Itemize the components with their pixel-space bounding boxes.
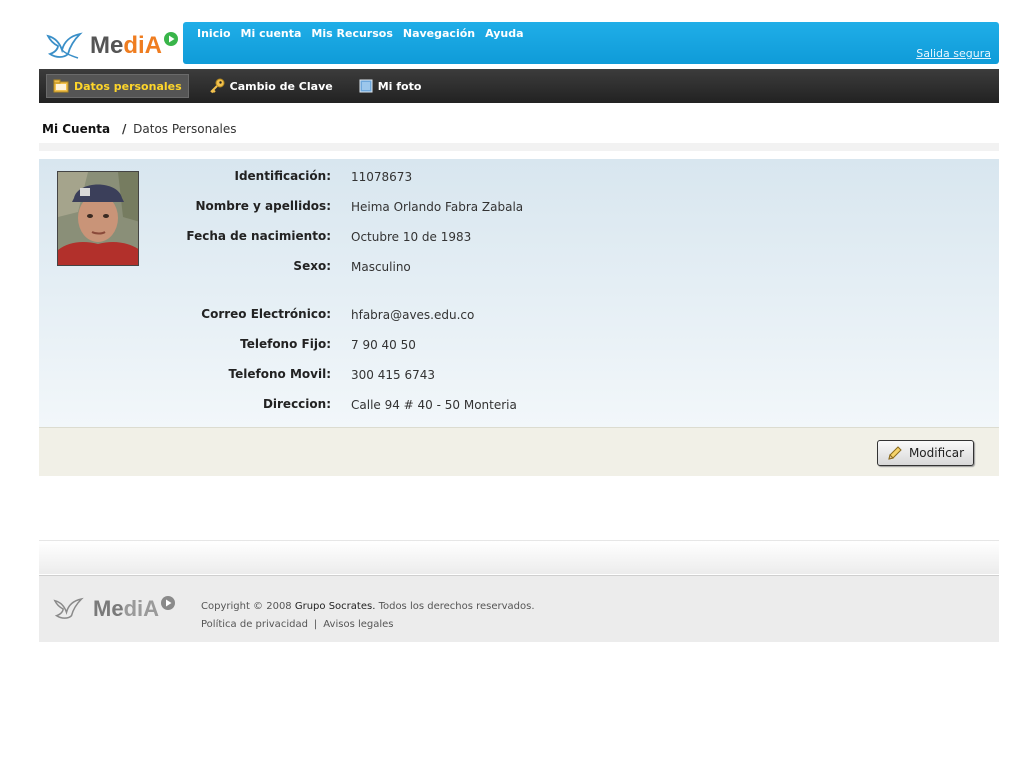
footer-links: Política de privacidad | Avisos legales — [201, 619, 394, 630]
nav-inicio[interactable]: Inicio — [197, 27, 231, 40]
copyright-line: Copyright © 2008 Grupo Socrates. Todos l… — [201, 601, 535, 612]
play-icon — [161, 596, 176, 610]
company-name: Grupo Socrates. — [294, 601, 376, 612]
privacy-policy-link[interactable]: Política de privacidad — [201, 619, 308, 630]
tab-datos-personales[interactable]: Datos personales — [46, 74, 189, 98]
value-correo: hfabra@aves.edu.co — [351, 308, 475, 322]
breadcrumb-current: Datos Personales — [133, 122, 237, 136]
label-direccion: Direccion: — [262, 397, 331, 411]
value-telefono-fijo: 7 90 40 50 — [351, 338, 416, 352]
label-sexo: Sexo: — [293, 259, 331, 273]
label-telefono-movil: Telefono Movil: — [228, 367, 331, 381]
footer-text: Copyright © 2008 Grupo Socrates. Todos l… — [201, 598, 535, 634]
logout-link[interactable]: Salida segura — [916, 47, 991, 60]
person-image — [58, 172, 138, 265]
tab-cambio-de-clave[interactable]: Cambio de Clave — [203, 74, 339, 98]
nav-navegacion[interactable]: Navegación — [403, 27, 475, 40]
sub-navigation: Datos personales Cambio de Clave Mi foto — [39, 69, 999, 103]
divider — [39, 143, 999, 151]
play-icon — [164, 32, 179, 46]
tab-mi-foto[interactable]: Mi foto — [353, 74, 428, 98]
legal-notice-link[interactable]: Avisos legales — [323, 619, 393, 630]
nav-mi-cuenta[interactable]: Mi cuenta — [241, 27, 302, 40]
modify-button[interactable]: Modificar — [877, 440, 974, 466]
footer-logo: MediA — [51, 594, 176, 624]
tab-label: Cambio de Clave — [229, 79, 333, 93]
label-nombre: Nombre y apellidos: — [195, 199, 331, 213]
label-fecha-nacimiento: Fecha de nacimiento: — [186, 229, 331, 243]
profile-photo — [57, 171, 139, 266]
bird-icon — [53, 597, 84, 619]
media-logo[interactable]: MediA — [46, 26, 180, 66]
footer-brand-name: MediA — [93, 596, 160, 621]
label-correo: Correo Electrónico: — [201, 307, 331, 321]
top-navigation: Inicio Mi cuenta Mis Recursos Navegación… — [183, 22, 999, 64]
picture-icon — [359, 79, 373, 93]
action-bar: Modificar — [39, 427, 999, 476]
value-telefono-movil: 300 415 6743 — [351, 368, 435, 382]
profile-panel: Identificación: 11078673 Nombre y apelli… — [39, 159, 999, 427]
nav-ayuda[interactable]: Ayuda — [485, 27, 523, 40]
label-telefono-fijo: Telefono Fijo: — [240, 337, 331, 351]
tab-label: Mi foto — [377, 79, 422, 93]
bird-icon — [46, 32, 83, 59]
value-sexo: Masculino — [351, 260, 411, 274]
label-identificacion: Identificación: — [234, 169, 331, 183]
modify-button-label: Modificar — [908, 446, 965, 460]
brand-name: MediA — [90, 32, 163, 59]
folder-icon — [53, 79, 69, 93]
footer-spacer — [39, 540, 999, 574]
value-nombre: Heima Orlando Fabra Zabala — [351, 200, 524, 214]
value-identificacion: 11078673 — [351, 170, 413, 184]
tab-label: Datos personales — [74, 79, 182, 93]
nav-mis-recursos[interactable]: Mis Recursos — [311, 27, 392, 40]
value-fecha-nacimiento: Octubre 10 de 1983 — [351, 230, 472, 244]
key-icon — [209, 78, 225, 94]
breadcrumb: Mi Cuenta / Datos Personales — [42, 122, 237, 136]
value-direccion: Calle 94 # 40 - 50 Monteria — [351, 398, 517, 412]
breadcrumb-root[interactable]: Mi Cuenta — [42, 122, 110, 136]
pencil-icon — [888, 446, 902, 460]
footer: MediA Copyright © 2008 Grupo Socrates. T… — [39, 575, 999, 642]
breadcrumb-separator: / — [121, 122, 127, 136]
